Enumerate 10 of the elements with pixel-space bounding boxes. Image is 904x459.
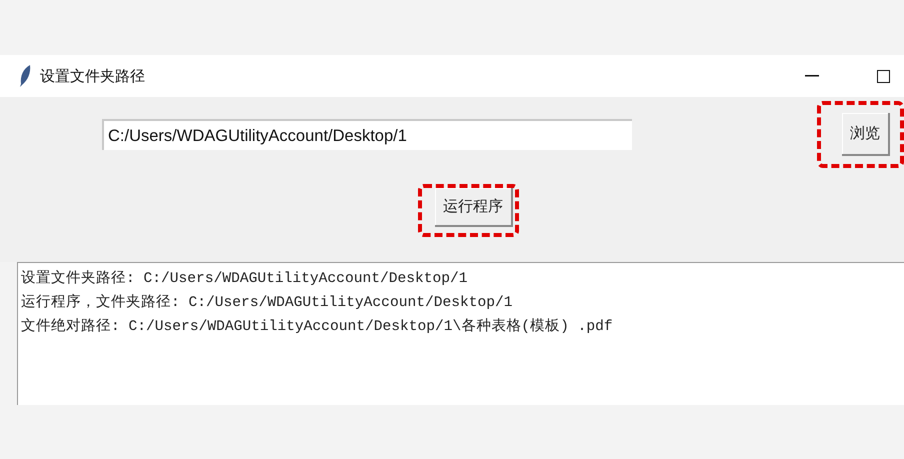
- run-button[interactable]: 运行程序: [435, 188, 513, 227]
- feather-icon: [18, 64, 32, 88]
- path-field[interactable]: C:/Users/WDAGUtilityAccount/Desktop/1: [102, 119, 632, 150]
- minimize-icon[interactable]: [805, 75, 819, 77]
- window-title: 设置文件夹路径: [40, 66, 146, 86]
- maximize-icon[interactable]: [877, 70, 890, 82]
- browse-button[interactable]: 浏览: [842, 113, 890, 156]
- log-line: 设置文件夹路径: C:/Users/WDAGUtilityAccount/Desktop/1: [21, 269, 469, 289]
- log-line: 文件绝对路径: C:/Users/WDAGUtilityAccount/Desktop/1\各种表格(模板) .pdf: [21, 317, 614, 337]
- log-line: 运行程序，文件夹路径: C:/Users/WDAGUtilityAccount/Desktop/1: [21, 293, 514, 313]
